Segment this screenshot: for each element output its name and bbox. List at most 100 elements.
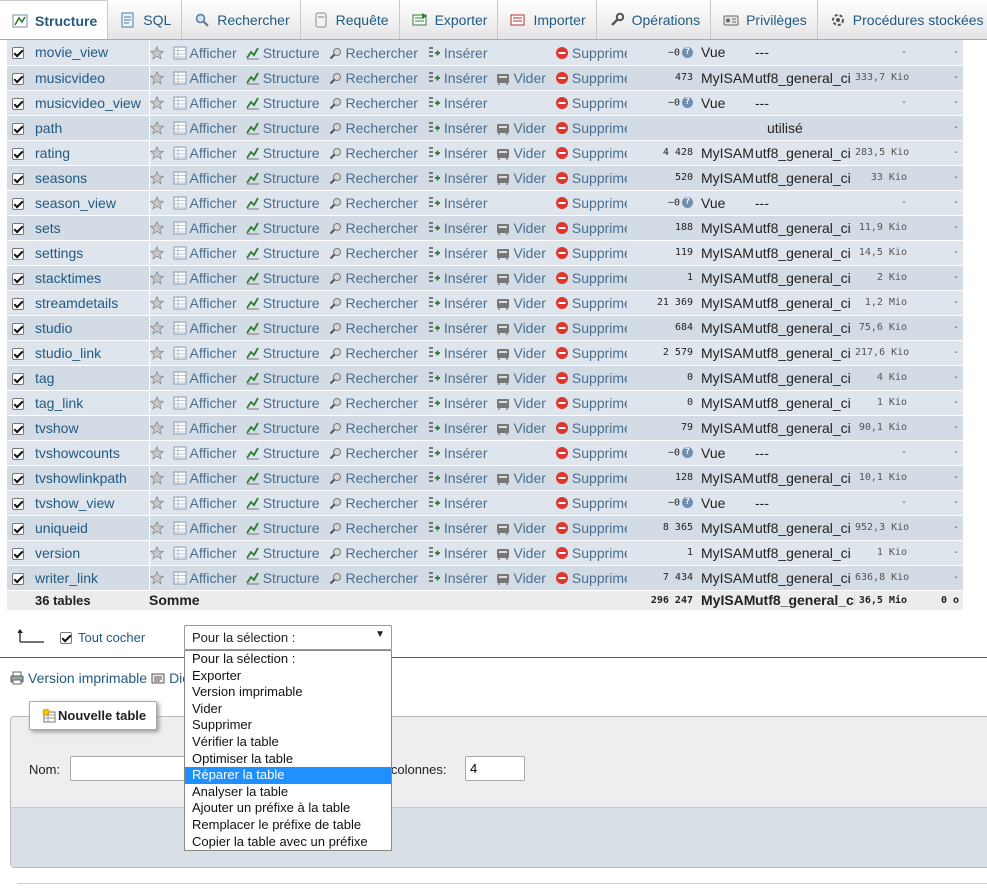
drop-action[interactable]: Supprimer bbox=[555, 570, 627, 586]
search-action[interactable]: Rechercher bbox=[329, 420, 418, 436]
insert-action[interactable]: Insérer bbox=[427, 370, 487, 386]
table-name-link[interactable]: movie_view bbox=[29, 40, 150, 66]
insert-action[interactable]: Insérer bbox=[427, 520, 487, 536]
drop-action[interactable]: Supprimer bbox=[555, 345, 627, 361]
favorite-star[interactable] bbox=[149, 446, 164, 460]
browse-action[interactable]: Afficher bbox=[173, 245, 237, 261]
structure-action[interactable]: Structure bbox=[245, 120, 320, 136]
favorite-star[interactable] bbox=[149, 121, 164, 135]
empty-action[interactable]: Vider bbox=[496, 295, 546, 311]
insert-action[interactable]: Insérer bbox=[427, 145, 487, 161]
empty-action[interactable]: Vider bbox=[496, 220, 546, 236]
browse-action[interactable]: Afficher bbox=[173, 45, 237, 61]
insert-action[interactable]: Insérer bbox=[427, 70, 487, 86]
table-name-link[interactable]: tvshowlinkpath bbox=[29, 465, 150, 491]
insert-action[interactable]: Insérer bbox=[427, 320, 487, 336]
insert-action[interactable]: Insérer bbox=[427, 470, 487, 486]
drop-action[interactable]: Supprimer bbox=[555, 270, 627, 286]
search-action[interactable]: Rechercher bbox=[329, 370, 418, 386]
search-action[interactable]: Rechercher bbox=[329, 120, 418, 136]
table-name-link[interactable]: seasons bbox=[29, 165, 150, 191]
insert-action[interactable]: Insérer bbox=[427, 295, 487, 311]
tab-structure[interactable]: Structure bbox=[0, 0, 109, 39]
row-checkbox[interactable] bbox=[12, 547, 24, 560]
search-action[interactable]: Rechercher bbox=[329, 170, 418, 186]
columns-count-input[interactable] bbox=[465, 756, 525, 781]
favorite-star[interactable] bbox=[149, 571, 164, 585]
tab-rechercher[interactable]: Rechercher bbox=[182, 0, 301, 39]
browse-action[interactable]: Afficher bbox=[173, 420, 237, 436]
favorite-star[interactable] bbox=[149, 146, 164, 160]
favorite-star[interactable] bbox=[149, 396, 164, 410]
empty-action[interactable]: Vider bbox=[496, 245, 546, 261]
drop-action[interactable]: Supprimer bbox=[555, 120, 627, 136]
empty-action[interactable]: Vider bbox=[496, 395, 546, 411]
search-action[interactable]: Rechercher bbox=[329, 395, 418, 411]
table-name-link[interactable]: tvshowcounts bbox=[29, 440, 150, 466]
browse-action[interactable]: Afficher bbox=[173, 320, 237, 336]
favorite-star[interactable] bbox=[149, 496, 164, 510]
drop-action[interactable]: Supprimer bbox=[555, 420, 627, 436]
browse-action[interactable]: Afficher bbox=[173, 95, 237, 111]
browse-action[interactable]: Afficher bbox=[173, 470, 237, 486]
drop-action[interactable]: Supprimer bbox=[555, 145, 627, 161]
insert-action[interactable]: Insérer bbox=[427, 395, 487, 411]
row-checkbox[interactable] bbox=[12, 397, 24, 410]
insert-action[interactable]: Insérer bbox=[427, 220, 487, 236]
row-checkbox[interactable] bbox=[12, 247, 24, 260]
dropdown-option[interactable]: Ajouter un préfixe à la table bbox=[185, 800, 391, 817]
structure-action[interactable]: Structure bbox=[245, 270, 320, 286]
search-action[interactable]: Rechercher bbox=[329, 45, 418, 61]
empty-action[interactable]: Vider bbox=[496, 345, 546, 361]
browse-action[interactable]: Afficher bbox=[173, 170, 237, 186]
structure-action[interactable]: Structure bbox=[245, 320, 320, 336]
dropdown-option[interactable]: Optimiser la table bbox=[185, 751, 391, 768]
structure-action[interactable]: Structure bbox=[245, 570, 320, 586]
row-checkbox[interactable] bbox=[12, 222, 24, 235]
structure-action[interactable]: Structure bbox=[245, 545, 320, 561]
search-action[interactable]: Rechercher bbox=[329, 145, 418, 161]
row-checkbox[interactable] bbox=[12, 372, 24, 385]
structure-action[interactable]: Structure bbox=[245, 95, 320, 111]
info-icon[interactable]: ? bbox=[682, 96, 693, 108]
drop-action[interactable]: Supprimer bbox=[555, 195, 627, 211]
dropdown-option[interactable]: Copier la table avec un préfixe bbox=[185, 834, 391, 851]
browse-action[interactable]: Afficher bbox=[173, 145, 237, 161]
search-action[interactable]: Rechercher bbox=[329, 70, 418, 86]
tab-importer[interactable]: Importer bbox=[498, 0, 597, 39]
table-name-link[interactable]: stacktimes bbox=[29, 265, 150, 291]
tab-exporter[interactable]: Exporter bbox=[400, 0, 499, 39]
table-name-link[interactable]: sets bbox=[29, 215, 150, 241]
browse-action[interactable]: Afficher bbox=[173, 520, 237, 536]
empty-action[interactable]: Vider bbox=[496, 145, 546, 161]
insert-action[interactable]: Insérer bbox=[427, 445, 487, 461]
structure-action[interactable]: Structure bbox=[245, 445, 320, 461]
favorite-star[interactable] bbox=[149, 296, 164, 310]
drop-action[interactable]: Supprimer bbox=[555, 295, 627, 311]
printable-link[interactable]: Version imprimable bbox=[28, 670, 147, 686]
search-action[interactable]: Rechercher bbox=[329, 295, 418, 311]
table-name-link[interactable]: musicvideo bbox=[29, 65, 150, 91]
empty-action[interactable]: Vider bbox=[496, 120, 546, 136]
empty-action[interactable]: Vider bbox=[496, 320, 546, 336]
insert-action[interactable]: Insérer bbox=[427, 245, 487, 261]
insert-action[interactable]: Insérer bbox=[427, 420, 487, 436]
search-action[interactable]: Rechercher bbox=[329, 270, 418, 286]
insert-action[interactable]: Insérer bbox=[427, 45, 487, 61]
insert-action[interactable]: Insérer bbox=[427, 170, 487, 186]
browse-action[interactable]: Afficher bbox=[173, 195, 237, 211]
favorite-star[interactable] bbox=[149, 521, 164, 535]
structure-action[interactable]: Structure bbox=[245, 245, 320, 261]
empty-action[interactable]: Vider bbox=[496, 570, 546, 586]
browse-action[interactable]: Afficher bbox=[173, 570, 237, 586]
row-checkbox[interactable] bbox=[12, 572, 24, 585]
table-name-link[interactable]: studio bbox=[29, 315, 150, 341]
empty-action[interactable]: Vider bbox=[496, 520, 546, 536]
structure-action[interactable]: Structure bbox=[245, 220, 320, 236]
search-action[interactable]: Rechercher bbox=[329, 320, 418, 336]
structure-action[interactable]: Structure bbox=[245, 295, 320, 311]
search-action[interactable]: Rechercher bbox=[329, 520, 418, 536]
structure-action[interactable]: Structure bbox=[245, 195, 320, 211]
search-action[interactable]: Rechercher bbox=[329, 495, 418, 511]
table-name-link[interactable]: musicvideo_view bbox=[29, 90, 150, 116]
